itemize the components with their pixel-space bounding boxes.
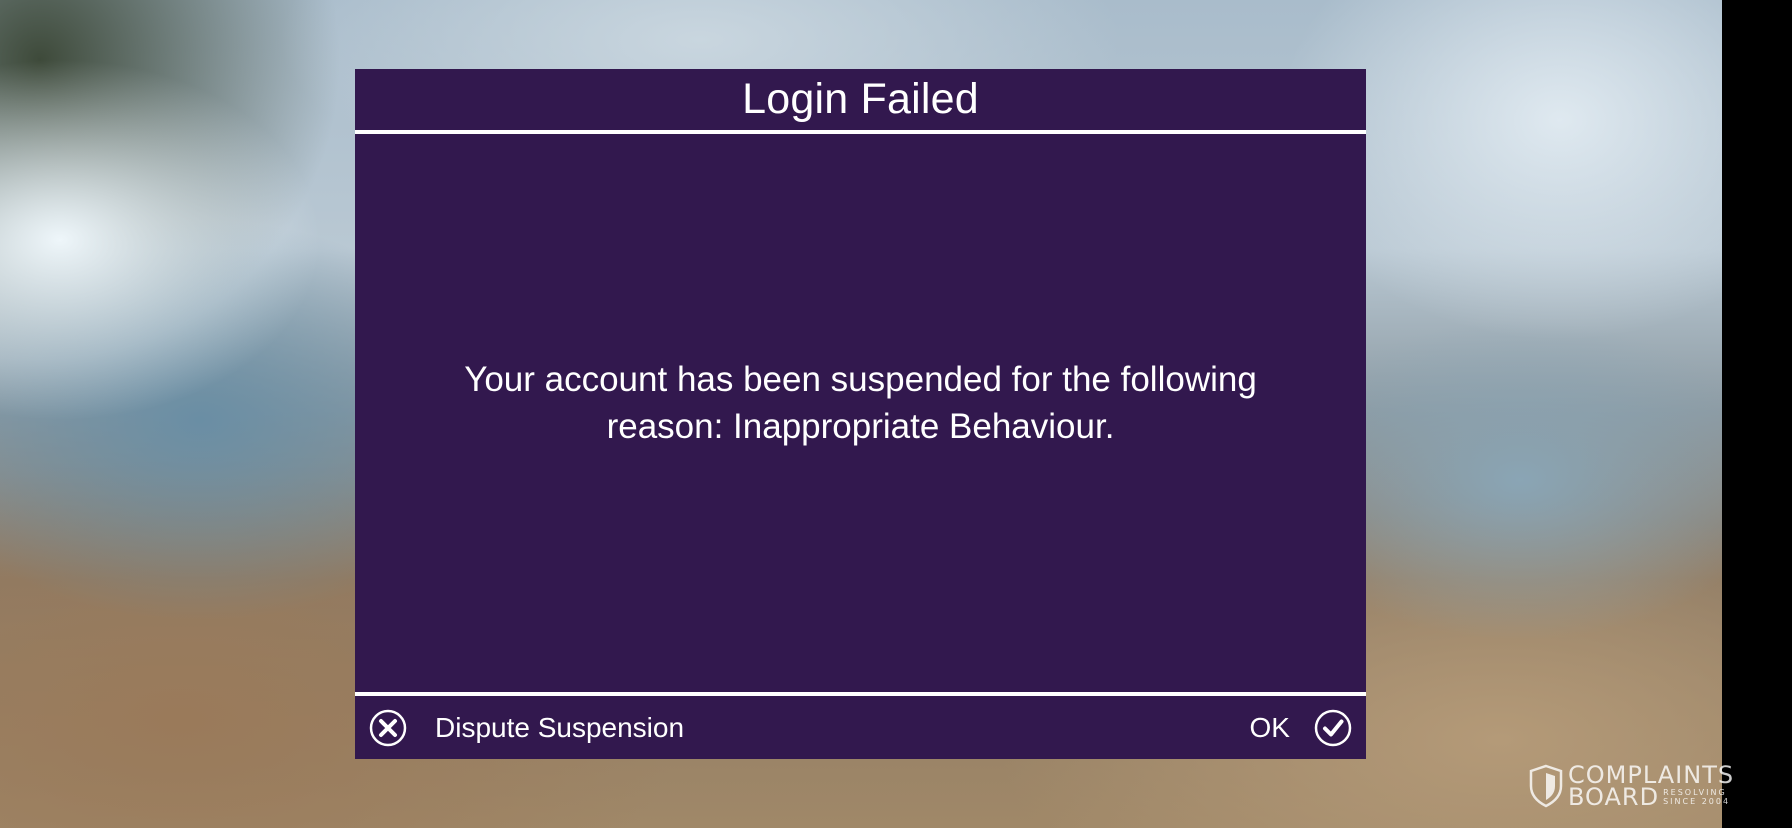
dialog-title: Login Failed <box>742 74 979 123</box>
screen-edge-bar <box>1722 0 1792 828</box>
watermark-text: COMPLAINTS BOARD RESOLVING SINCE 2004 <box>1568 763 1734 811</box>
watermark-row2: BOARD RESOLVING SINCE 2004 <box>1568 783 1734 811</box>
app-screen: Login Failed Your account has been suspe… <box>0 0 1792 828</box>
complaints-board-watermark: COMPLAINTS BOARD RESOLVING SINCE 2004 <box>1528 763 1746 809</box>
dispute-suspension-button[interactable]: Dispute Suspension <box>369 696 684 759</box>
dialog-footer: Dispute Suspension OK <box>355 696 1366 759</box>
watermark-tag1: RESOLVING <box>1663 788 1727 797</box>
close-circle-icon <box>369 709 407 747</box>
dispute-suspension-label: Dispute Suspension <box>435 711 685 743</box>
check-circle-icon <box>1314 709 1352 747</box>
ok-button[interactable]: OK <box>1250 696 1352 759</box>
login-failed-dialog: Login Failed Your account has been suspe… <box>355 69 1366 759</box>
dialog-header: Login Failed <box>355 69 1366 129</box>
watermark-tag2: SINCE 2004 <box>1663 797 1731 806</box>
watermark-line2: BOARD <box>1568 783 1660 811</box>
ok-label: OK <box>1249 711 1290 743</box>
watermark-tagline: RESOLVING SINCE 2004 <box>1663 788 1730 806</box>
suspension-message: Your account has been suspended for the … <box>464 360 1257 446</box>
dialog-body: Your account has been suspended for the … <box>355 134 1366 692</box>
shield-icon <box>1528 764 1564 808</box>
